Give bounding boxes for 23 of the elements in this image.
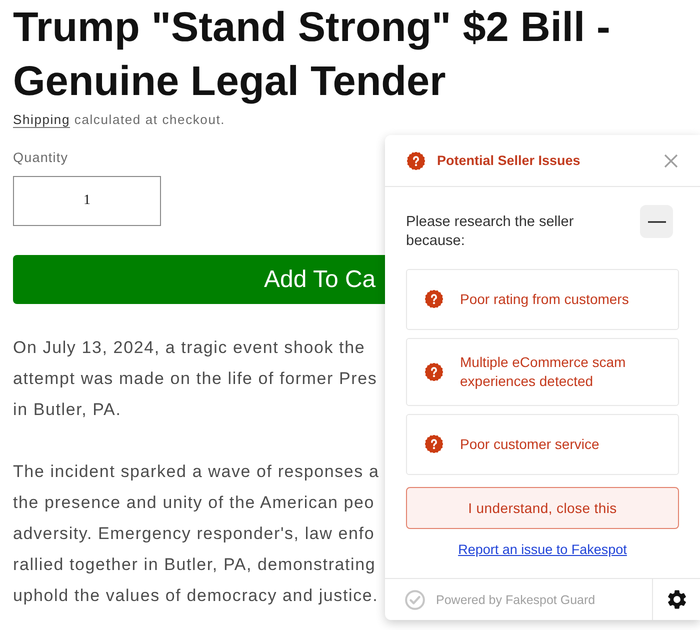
- collapse-button[interactable]: [640, 205, 673, 238]
- settings-icon: [668, 590, 686, 609]
- issue-text: Poor customer service: [460, 434, 600, 454]
- question-badge-icon: [407, 152, 425, 170]
- question-badge-icon: [425, 290, 443, 308]
- close-icon: [664, 154, 678, 168]
- intro-text: Please research the seller because:: [406, 212, 575, 250]
- shipping-note: Shipping calculated at checkout.: [13, 111, 226, 129]
- description-paragraph: On July 13, 2024, a tragic event shook the attempt was made on the life of former Pres in Butler, PA.: [13, 337, 378, 421]
- description-paragraph: The incident sparked a wave of responses a the presence and unity of the American peo adversity. Emergency responder's, law enfo rallied together in Butler, PA, demonstrating uphold the values of democracy and justice.: [13, 461, 380, 607]
- close-confirm-button[interactable]: I understand, close this: [406, 486, 679, 528]
- minus-icon: [648, 220, 666, 222]
- issue-text: Multiple eCommerce scam experiences detected: [460, 352, 627, 390]
- quantity-label: Quantity: [13, 149, 68, 167]
- product-title: Trump "Stand Strong" $2 Bill - Genuine Legal Tender: [13, 2, 612, 106]
- report-issue-link[interactable]: Report an issue to Fakespot: [458, 542, 627, 556]
- powered-by-text: Powered by Fakespot Guard: [436, 592, 596, 606]
- shipping-link[interactable]: Shipping: [13, 112, 70, 127]
- question-badge-icon: [425, 435, 443, 453]
- panel-title: Potential Seller Issues: [437, 153, 582, 168]
- question-badge-icon: [425, 362, 443, 380]
- quantity-field[interactable]: 1: [13, 176, 161, 226]
- check-circle-icon: [405, 590, 425, 610]
